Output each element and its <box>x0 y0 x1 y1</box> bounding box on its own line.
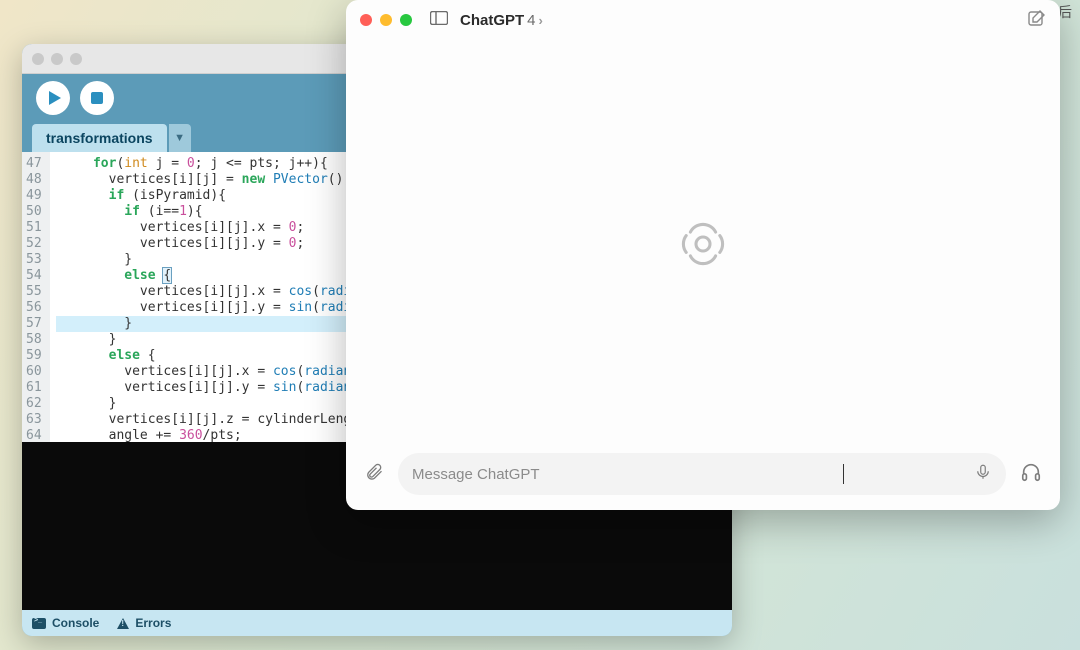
attach-button[interactable] <box>364 462 384 487</box>
terminal-icon <box>32 618 46 629</box>
microphone-icon <box>974 463 992 481</box>
stop-icon <box>91 92 103 104</box>
chat-titlebar[interactable]: ChatGPT 4 › <box>346 0 1060 40</box>
chat-title[interactable]: ChatGPT 4 › <box>460 12 543 29</box>
chat-input-row <box>346 448 1060 510</box>
tab-transformations[interactable]: transformations <box>32 124 167 152</box>
ide-traffic-lights[interactable] <box>32 53 82 65</box>
stop-button[interactable] <box>80 81 114 115</box>
errors-tab[interactable]: Errors <box>117 616 171 630</box>
console-tab[interactable]: Console <box>32 616 99 630</box>
chatgpt-window: ChatGPT 4 › <box>346 0 1060 510</box>
headphones-button[interactable] <box>1020 461 1042 488</box>
ide-min-dot[interactable] <box>51 53 63 65</box>
play-icon <box>49 91 61 105</box>
line-gutter: 47484950515253545556575859606162636465 <box>22 152 50 442</box>
chat-title-text: ChatGPT <box>460 12 524 29</box>
chat-min-dot[interactable] <box>380 14 392 26</box>
message-input[interactable] <box>412 466 833 483</box>
sidebar-icon <box>430 11 448 25</box>
text-cursor-icon <box>843 464 844 484</box>
headphones-icon <box>1020 461 1042 483</box>
compose-icon <box>1028 9 1046 27</box>
ide-close-dot[interactable] <box>32 53 44 65</box>
mic-button[interactable] <box>974 463 992 486</box>
chat-version: 4 <box>527 12 535 29</box>
paperclip-icon <box>364 462 384 482</box>
chat-input-container[interactable] <box>398 453 1006 495</box>
chat-close-dot[interactable] <box>360 14 372 26</box>
new-chat-button[interactable] <box>1028 9 1046 32</box>
chat-max-dot[interactable] <box>400 14 412 26</box>
openai-logo-icon <box>675 216 731 272</box>
ide-max-dot[interactable] <box>70 53 82 65</box>
warning-icon <box>117 618 129 629</box>
run-button[interactable] <box>36 81 70 115</box>
console-tab-label: Console <box>52 616 99 630</box>
ide-bottom-bar: Console Errors <box>22 610 732 636</box>
tab-dropdown-button[interactable]: ▼ <box>169 124 191 152</box>
chat-traffic-lights[interactable] <box>360 14 412 26</box>
chat-body <box>346 40 1060 448</box>
sidebar-toggle-button[interactable] <box>430 11 448 30</box>
chevron-right-icon: › <box>539 13 543 28</box>
errors-tab-label: Errors <box>135 616 171 630</box>
